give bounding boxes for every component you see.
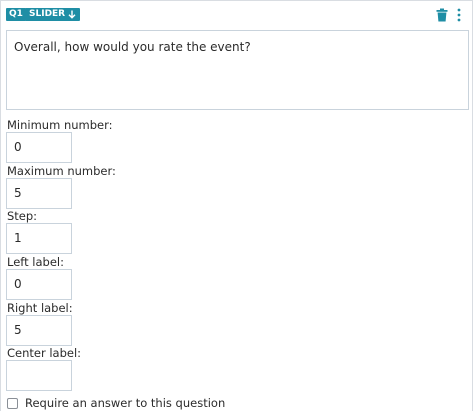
question-type-dropdown[interactable]: SLIDER	[25, 8, 81, 21]
minimum-number-input[interactable]: 0	[6, 132, 72, 163]
maximum-number-label: Maximum number:	[7, 164, 116, 178]
require-answer-row[interactable]: Require an answer to this question	[7, 396, 225, 410]
step-label: Step:	[7, 209, 38, 223]
require-answer-checkbox[interactable]	[7, 397, 18, 409]
left-label-label: Left label:	[7, 255, 64, 269]
minimum-number-label: Minimum number:	[7, 118, 113, 132]
right-label-label: Right label:	[7, 301, 73, 315]
arrow-down-icon	[68, 10, 76, 19]
maximum-number-input[interactable]: 5	[6, 178, 72, 209]
question-type-label: SLIDER	[29, 9, 66, 19]
question-number-badge: Q1	[6, 8, 26, 21]
require-answer-label: Require an answer to this question	[25, 396, 226, 410]
question-text-field[interactable]: Overall, how would you rate the event?	[6, 30, 469, 110]
trash-icon[interactable]	[436, 7, 448, 22]
center-label-input[interactable]	[6, 360, 72, 391]
question-card: Q1 SLIDER Overall, how would you rate th…	[0, 0, 473, 411]
more-vertical-icon[interactable]	[456, 7, 462, 22]
step-input[interactable]: 1	[6, 223, 72, 254]
right-label-input[interactable]: 5	[6, 315, 72, 346]
left-label-input[interactable]: 0	[6, 269, 72, 300]
center-label-label: Center label:	[7, 346, 82, 360]
